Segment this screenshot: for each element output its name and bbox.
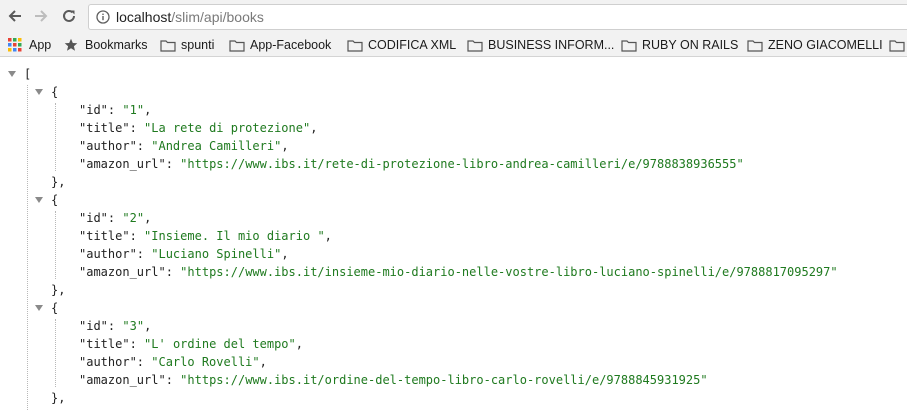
bookmarks-bar: App Bookmarks spunti App-Facebook CODIFI… bbox=[0, 33, 907, 57]
bookmark-label: Bookmarks bbox=[85, 38, 148, 52]
json-field-title: "title": "La rete di protezione", bbox=[79, 121, 318, 135]
collapse-toggle-icon[interactable] bbox=[8, 71, 16, 77]
json-field-author: "author": "Luciano Spinelli", bbox=[79, 247, 289, 261]
json-object-open: { bbox=[51, 193, 59, 207]
bookmark-label: App bbox=[29, 38, 52, 52]
url-text[interactable]: localhost/slim/api/books bbox=[116, 9, 264, 26]
json-field-amazon-url: "amazon_url": "https://www.ibs.it/ordine… bbox=[79, 373, 708, 387]
folder-icon bbox=[889, 38, 905, 52]
json-object-close: }, bbox=[51, 283, 66, 297]
star-icon bbox=[64, 38, 80, 52]
reload-button[interactable] bbox=[58, 5, 80, 27]
json-object-close: }, bbox=[51, 175, 66, 189]
folder-icon bbox=[229, 38, 245, 52]
bookmark-label: BUSINESS INFORM... bbox=[488, 38, 615, 52]
bookmark-label: RUBY ON RAILS bbox=[642, 38, 739, 52]
json-indent-guide bbox=[55, 211, 56, 279]
folder-icon bbox=[747, 38, 763, 52]
json-indent-guide bbox=[55, 319, 56, 387]
collapse-toggle-icon[interactable] bbox=[35, 89, 43, 95]
collapse-toggle-icon[interactable] bbox=[35, 197, 43, 203]
bookmark-folder-business-inform[interactable]: BUSINESS INFORM... bbox=[467, 36, 614, 54]
url-host: localhost bbox=[116, 9, 172, 25]
bookmark-label: spunti bbox=[181, 38, 215, 52]
browser-toolbar: localhost/slim/api/books bbox=[0, 0, 907, 33]
bookmark-folder-spunti[interactable]: spunti bbox=[160, 36, 214, 54]
folder-icon bbox=[621, 38, 637, 52]
url-path: /slim/api/books bbox=[171, 9, 264, 25]
bookmark-folder-overflow[interactable] bbox=[889, 36, 907, 54]
json-field-amazon-url: "amazon_url": "https://www.ibs.it/insiem… bbox=[79, 265, 838, 279]
json-viewer: [ { "id": "1", "title": "La rete di prot… bbox=[0, 57, 907, 410]
info-icon[interactable] bbox=[96, 10, 110, 24]
json-array-open: [ bbox=[24, 67, 32, 81]
forward-arrow-icon bbox=[35, 10, 48, 22]
forward-button[interactable] bbox=[30, 5, 52, 27]
bookmark-apps[interactable]: App bbox=[8, 36, 51, 54]
folder-icon bbox=[467, 38, 483, 52]
json-object-open: { bbox=[51, 85, 59, 99]
bookmark-label: ZENO GIACOMELLI bbox=[768, 38, 883, 52]
back-button[interactable] bbox=[4, 5, 26, 27]
json-object-close: }, bbox=[51, 391, 66, 405]
json-field-amazon-url: "amazon_url": "https://www.ibs.it/rete-d… bbox=[79, 157, 744, 171]
reload-icon bbox=[63, 9, 75, 22]
json-field-author: "author": "Carlo Rovelli", bbox=[79, 355, 267, 369]
bookmark-folder-app-facebook[interactable]: App-Facebook bbox=[229, 36, 331, 54]
json-field-title: "title": "Insieme. Il mio diario ", bbox=[79, 229, 332, 243]
folder-icon bbox=[347, 38, 363, 52]
folder-icon bbox=[160, 38, 176, 52]
bookmark-bookmarks[interactable]: Bookmarks bbox=[64, 36, 148, 54]
bookmark-label: CODIFICA XML bbox=[368, 38, 457, 52]
bookmark-folder-ruby-on-rails[interactable]: RUBY ON RAILS bbox=[621, 36, 738, 54]
json-field-id: "id": "1", bbox=[79, 103, 152, 117]
bookmark-folder-codifica-xml[interactable]: CODIFICA XML bbox=[347, 36, 456, 54]
json-field-id: "id": "3", bbox=[79, 319, 152, 333]
json-field-author: "author": "Andrea Camilleri", bbox=[79, 139, 289, 153]
apps-grid-icon bbox=[8, 38, 24, 52]
json-field-id: "id": "2", bbox=[79, 211, 152, 225]
json-indent-guide bbox=[27, 85, 28, 410]
collapse-toggle-icon[interactable] bbox=[35, 305, 43, 311]
bookmark-folder-zeno-giacomelli[interactable]: ZENO GIACOMELLI bbox=[747, 36, 883, 54]
back-arrow-icon bbox=[8, 10, 21, 22]
address-bar[interactable]: localhost/slim/api/books bbox=[88, 4, 907, 30]
json-indent-guide bbox=[55, 103, 56, 171]
bookmark-label: App-Facebook bbox=[250, 38, 332, 52]
json-object-open: { bbox=[51, 301, 59, 315]
json-field-title: "title": "L' ordine del tempo", bbox=[79, 337, 304, 351]
